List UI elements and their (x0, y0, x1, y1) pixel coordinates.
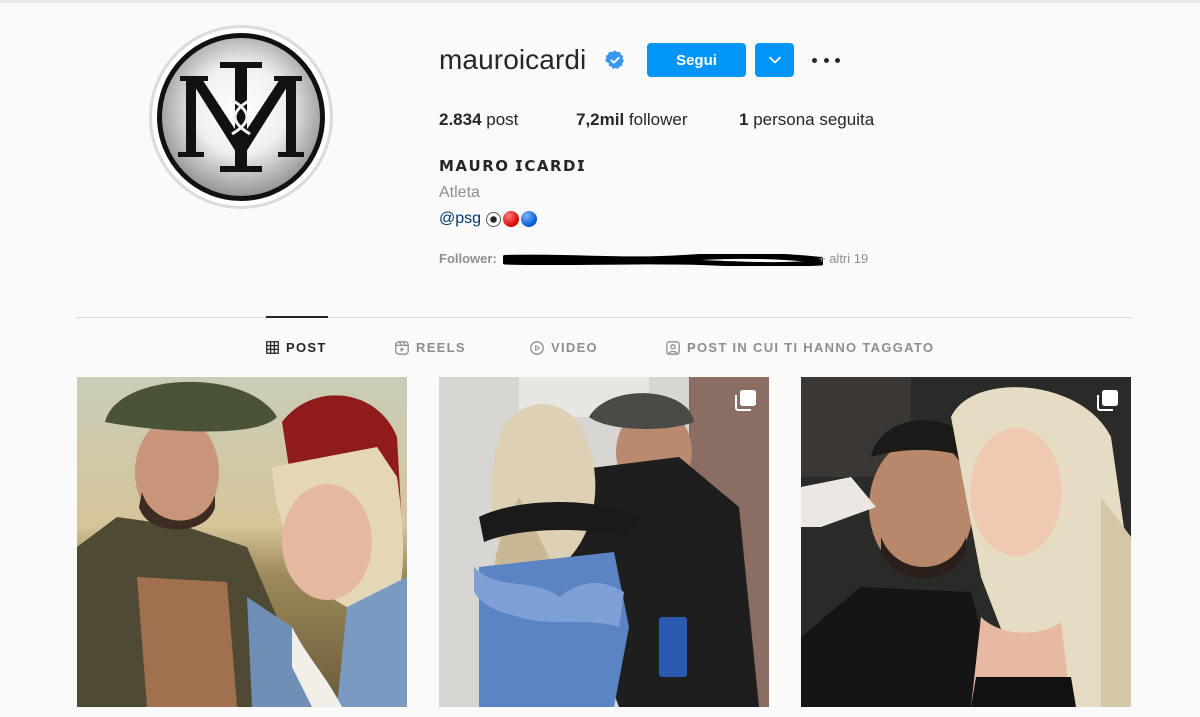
soccer-ball-emoji-icon (486, 211, 502, 227)
verified-badge-icon (605, 50, 625, 69)
grid-icon (266, 341, 279, 354)
tab-posts[interactable]: POST (266, 340, 327, 355)
posts-count: 2.834 post (439, 110, 518, 130)
tab-tagged[interactable]: POST IN CUI TI HANNO TAGGATO (666, 340, 934, 355)
posts-count-value: 2.834 (439, 110, 482, 129)
post-photo-couple-selfie (801, 377, 1131, 707)
profile-username: mauroicardi (439, 44, 587, 75)
followers-link[interactable]: 7,2mil follower (576, 110, 688, 130)
tab-video[interactable]: VIDEO (530, 340, 598, 355)
tab-reels[interactable]: REELS (395, 340, 466, 355)
bottom-edge (0, 709, 1200, 717)
post-photo-couple-hug (439, 377, 769, 707)
tab-video-label: VIDEO (551, 340, 598, 355)
avatar-frame (152, 28, 330, 206)
post-thumbnail[interactable] (801, 377, 1131, 707)
following-count-label: persona seguita (748, 110, 875, 129)
profile-avatar[interactable] (149, 25, 333, 209)
followed-by-label: Follower: (439, 251, 497, 266)
following-link[interactable]: 1 persona seguita (739, 110, 874, 130)
redacted-followers-scribble (503, 254, 823, 266)
tabs-divider (76, 317, 1132, 318)
post-thumbnail[interactable] (439, 377, 769, 707)
post-thumbnail[interactable] (77, 377, 407, 707)
dot (835, 57, 840, 63)
posts-count-label: post (481, 110, 519, 129)
bio-mention-text: @psg (439, 210, 482, 227)
followers-count-value: 7,2mil (576, 110, 625, 129)
dot (823, 57, 829, 63)
active-tab-indicator (266, 316, 328, 318)
monogram-svg (178, 62, 304, 172)
tab-posts-label: POST (286, 340, 327, 355)
followed-by-others-link[interactable]: + altri 19 (818, 251, 868, 266)
tab-reels-label: REELS (416, 340, 466, 355)
followers-count-label: follower (624, 110, 688, 129)
multiple-photos-icon (735, 390, 756, 411)
tab-tagged-label: POST IN CUI TI HANNO TAGGATO (687, 340, 935, 355)
reels-icon (395, 340, 409, 355)
blue-circle-emoji-icon (521, 211, 538, 227)
top-border (0, 0, 1200, 3)
multiple-photos-icon (1097, 390, 1118, 411)
profile-full-name: 𝗠𝗔𝗨𝗥𝗢 𝗜𝗖𝗔𝗥𝗗𝗜 (439, 158, 587, 175)
post-photo-couple-field (77, 377, 407, 707)
followed-by-prefix: Follower: (439, 251, 497, 266)
tagged-icon (666, 340, 680, 355)
suggested-accounts-dropdown-button[interactable] (755, 43, 794, 77)
video-icon (530, 340, 544, 355)
profile-category: Atleta (439, 184, 480, 201)
more-options-icon[interactable] (812, 48, 840, 72)
red-circle-emoji-icon (503, 211, 520, 227)
dot (812, 57, 817, 63)
mi-monogram-logo (157, 33, 325, 201)
bio-mention-link[interactable]: @psg (439, 210, 538, 228)
follow-button[interactable]: Segui (647, 43, 746, 77)
chevron-down-icon (768, 56, 781, 64)
